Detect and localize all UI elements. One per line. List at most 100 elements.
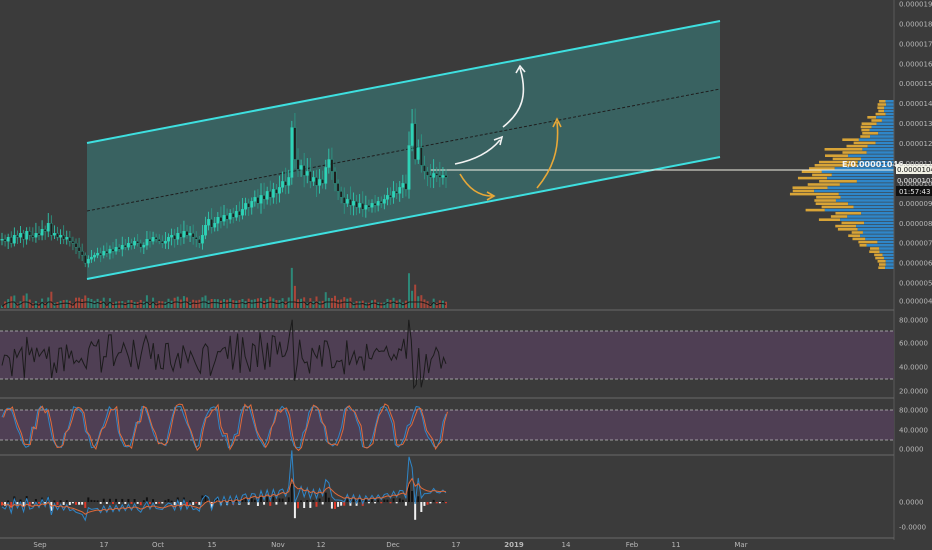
volume-profile-bar — [807, 183, 840, 186]
candle-body — [256, 197, 260, 204]
macd-histogram-bar — [155, 502, 158, 504]
candle-body — [364, 205, 368, 210]
price-tick-label: 0.00000900 — [899, 200, 932, 208]
price-tick-label: 0.00001700 — [899, 40, 932, 48]
candle-body — [188, 233, 192, 236]
time-tick-label: Oct — [152, 541, 164, 549]
macd-histogram-bar — [324, 492, 327, 502]
volume-profile-bar — [886, 103, 894, 106]
volume-profile-bar — [840, 218, 894, 221]
volume-profile-bar — [879, 247, 894, 250]
candle-body — [358, 203, 362, 208]
volume-bar — [346, 298, 349, 308]
macd-histogram-bar — [130, 502, 133, 504]
candle-body — [49, 223, 53, 236]
macd-histogram-bar — [250, 498, 253, 502]
macd-histogram-bar — [371, 499, 373, 502]
macd-histogram-bar — [16, 502, 19, 505]
candle-body — [34, 233, 38, 238]
macd-histogram-bar — [75, 502, 77, 505]
macd-histogram-bar — [315, 502, 318, 507]
time-tick-label: 12 — [317, 541, 326, 549]
time-tick-label: Feb — [626, 541, 639, 549]
volume-bar — [263, 300, 266, 308]
volume-bar — [330, 298, 333, 308]
macd-histogram-bar — [309, 502, 312, 508]
candle-body — [293, 127, 297, 160]
macd-histogram-bar — [346, 499, 349, 502]
volume-profile-bar — [812, 173, 832, 177]
volume-bar — [112, 302, 114, 308]
macd-histogram-bar — [84, 502, 87, 508]
volume-profile-bar — [878, 263, 886, 266]
candle-body — [136, 241, 140, 244]
macd-histogram-bar — [164, 500, 167, 502]
volume-bar — [7, 299, 10, 308]
price-tick-label: 0.00001100 — [899, 160, 932, 168]
volume-bar — [380, 302, 383, 308]
volume-bar — [142, 301, 145, 308]
volume-profile-bar — [877, 103, 887, 106]
macd-histogram-bar — [284, 502, 287, 505]
volume-profile-bar — [840, 196, 894, 199]
candle-body — [117, 246, 121, 250]
volume-profile-bar — [869, 128, 894, 132]
macd-histogram-bar — [432, 499, 435, 502]
candle-body — [410, 123, 414, 146]
time-tick-label: 2019 — [504, 541, 524, 549]
candle-body — [12, 235, 16, 244]
candle-body — [429, 175, 432, 178]
candle-body — [201, 235, 204, 244]
candle-body — [170, 235, 173, 238]
volume-bar — [226, 299, 229, 308]
macd-histogram-bar — [300, 500, 303, 502]
candle-body — [419, 147, 423, 166]
macd-histogram-bar — [78, 502, 81, 505]
volume-profile-bar — [830, 215, 848, 218]
volume-bar — [50, 291, 53, 308]
candle-body — [108, 248, 112, 254]
candle-body — [321, 179, 325, 184]
macd-histogram-bar — [170, 500, 173, 502]
trading-chart[interactable]: E/0.00001046 0.00001046 0.00001033 01:57… — [0, 0, 932, 550]
volume-profile-bar — [852, 237, 866, 241]
candle-body — [6, 237, 10, 242]
volume-profile-bar — [847, 215, 894, 218]
volume-profile-bar — [858, 240, 878, 244]
candle-body — [318, 179, 321, 186]
volume-bar — [25, 293, 28, 308]
candle-body — [324, 167, 328, 184]
candle-body — [305, 171, 309, 176]
time-tick-label: Mar — [734, 541, 747, 549]
candle-body — [327, 159, 331, 168]
macd-tick-label: -0.0000 — [899, 524, 926, 532]
volume-bar — [318, 301, 321, 308]
volume-bar — [207, 300, 210, 308]
candle-body — [123, 244, 127, 248]
candle-body — [271, 189, 275, 198]
volume-profile-bar — [825, 154, 849, 157]
volume-bar — [216, 299, 219, 308]
volume-profile-bar — [862, 148, 894, 151]
candle-body — [413, 123, 417, 160]
volume-profile-bar — [878, 132, 894, 135]
macd-histogram-bar — [389, 502, 392, 504]
candle-body — [56, 233, 59, 238]
macd-histogram-bar — [429, 502, 432, 504]
volume-profile-bar — [860, 125, 872, 129]
candle-body — [352, 201, 355, 206]
macd-histogram-bar — [118, 502, 121, 504]
volume-bar — [324, 292, 327, 308]
volume-bar — [232, 300, 235, 308]
candle-body — [438, 175, 442, 178]
volume-bar — [213, 299, 216, 308]
candle-body — [219, 217, 223, 222]
candle-body — [157, 239, 161, 242]
volume-bar — [78, 297, 81, 308]
macd-histogram-bar — [367, 502, 370, 504]
candle-body — [401, 183, 405, 188]
volume-profile-bar — [877, 240, 894, 244]
volume-profile-bar — [815, 202, 849, 205]
macd-histogram-bar — [401, 499, 404, 502]
macd-histogram-bar — [62, 502, 65, 505]
